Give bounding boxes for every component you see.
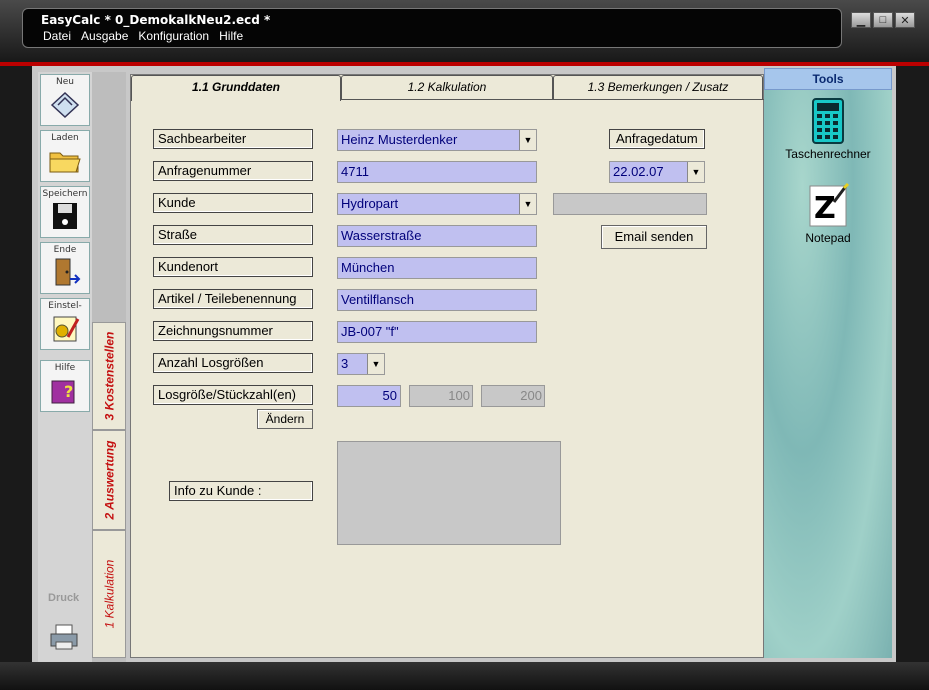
tab-kalkulation-label: 1 Kalkulation [102,559,116,629]
menu-bar: Datei Ausgabe Konfiguration Hilfe [43,29,243,43]
minimize-icon[interactable]: ▁ [851,12,871,28]
neu-label: Neu [56,77,74,87]
app-window: EasyCalc * 0_DemokalkNeu2.ecd * Datei Au… [0,0,929,690]
tab-grunddaten[interactable]: 1.1 Grunddaten [131,75,341,101]
artikel-label: Artikel / Teilebenennung [153,289,313,309]
email-senden-button[interactable]: Email senden [601,225,707,249]
calculator-icon [812,98,844,144]
hilfe-label: Hilfe [54,363,76,373]
folder-icon [49,152,81,173]
sachbearbeiter-dropdown[interactable]: Heinz Musterdenker ▼ [337,129,537,151]
window-title: EasyCalc * 0_DemokalkNeu2.ecd * [41,13,271,27]
printer-icon[interactable] [48,622,80,652]
anzahl-label: Anzahl Losgrößen [153,353,313,373]
menu-datei[interactable]: Datei [43,29,71,43]
notepad-tool[interactable]: Z Notepad [764,182,892,245]
notepad-label: Notepad [805,231,851,245]
losgroesse-3-field: 200 [481,385,545,407]
neu-button[interactable]: Neu [40,74,90,126]
tab-auswertung[interactable]: 2 Auswertung [92,430,126,530]
strasse-field[interactable]: Wasserstraße [337,225,537,247]
tab-kostenstellen-label: 3 Kostenstellen [102,331,117,421]
new-file-icon [50,91,80,119]
chevron-down-icon[interactable]: ▼ [687,162,704,182]
content-panel: 1.1 Grunddaten 1.2 Kalkulation 1.3 Bemer… [130,74,765,658]
help-book-icon: ? [51,380,75,404]
chevron-down-icon[interactable]: ▼ [519,130,536,150]
taschenrechner-label: Taschenrechner [785,147,871,161]
maximize-icon[interactable]: □ [873,12,893,28]
taschenrechner-tool[interactable]: Taschenrechner [764,98,892,161]
anfragedatum-value: 22.02.07 [613,164,664,179]
tab-auswertung-label: 2 Auswertung [102,440,116,520]
zeichnung-label: Zeichnungsnummer [153,321,313,341]
svg-text:Z: Z [814,191,836,226]
tab-kostenstellen[interactable]: 3 Kostenstellen [92,322,126,430]
losgroesse-2-field: 100 [409,385,473,407]
notepad-icon: Z [809,182,850,227]
anzahl-dropdown[interactable]: 3 ▼ [337,353,385,375]
main-frame: Neu Laden Speichern Ende Einstel- Hilfe … [32,66,896,662]
sachbearbeiter-value: Heinz Musterdenker [341,132,458,147]
zeichnung-field[interactable]: JB-007 "f" [337,321,537,343]
exit-door-icon [55,258,81,286]
artikel-field[interactable]: Ventilflansch [337,289,537,311]
vertical-tab-bar: 3 Kostenstellen 2 Auswertung 1 Kalkulati… [92,72,126,662]
svg-text:?: ? [64,382,73,401]
kunde-value: Hydropart [341,196,399,211]
anzahl-value: 3 [341,356,349,371]
tab-divider [341,99,765,100]
ende-button[interactable]: Ende [40,242,90,294]
menu-konfiguration[interactable]: Konfiguration [138,29,209,43]
strasse-label: Straße [153,225,313,245]
einstellungen-label: Einstel- [48,301,82,311]
kunde-dropdown[interactable]: Hydropart ▼ [337,193,537,215]
settings-icon [53,316,80,342]
floppy-disk-icon [53,203,77,229]
kundenort-field[interactable]: München [337,257,537,279]
speichern-label: Speichern [42,189,88,199]
tab-kalkulation[interactable]: 1 Kalkulation [92,530,126,658]
kundenort-label: Kundenort [153,257,313,277]
chevron-down-icon[interactable]: ▼ [519,194,536,214]
info-kunde-label: Info zu Kunde : [169,481,313,501]
chevron-down-icon[interactable]: ▼ [367,354,384,374]
left-toolbar: Neu Laden Speichern Ende Einstel- Hilfe … [38,72,92,662]
speichern-button[interactable]: Speichern [40,186,90,238]
email-display-field [553,193,707,215]
anfragedatum-label: Anfragedatum [609,129,705,149]
ende-label: Ende [53,245,77,255]
einstellungen-button[interactable]: Einstel- [40,298,90,350]
hilfe-button[interactable]: Hilfe ? [40,360,90,412]
aendern-button[interactable]: Ändern [257,409,313,429]
close-icon[interactable]: ✕ [895,12,915,28]
laden-button[interactable]: Laden [40,130,90,182]
laden-label: Laden [51,133,79,143]
druck-label: Druck [48,592,80,604]
menu-ausgabe[interactable]: Ausgabe [81,29,128,43]
sachbearbeiter-label: Sachbearbeiter [153,129,313,149]
losgroesse-label: Losgröße/Stückzahl(en) [153,385,313,405]
anfragenummer-label: Anfragenummer [153,161,313,181]
title-bar: EasyCalc * 0_DemokalkNeu2.ecd * Datei Au… [22,8,842,48]
info-kunde-textarea[interactable] [337,441,561,545]
anfragedatum-dropdown[interactable]: 22.02.07 ▼ [609,161,705,183]
window-controls: ▁ □ ✕ [851,12,915,28]
kunde-label: Kunde [153,193,313,213]
menu-hilfe[interactable]: Hilfe [219,29,243,43]
losgroesse-1-field[interactable]: 50 [337,385,401,407]
status-bar [0,662,929,690]
tab-kalkulation-sub[interactable]: 1.2 Kalkulation [341,75,553,99]
tools-panel: Tools Taschenrechner Z Notepad [764,68,892,658]
tab-bemerkungen[interactable]: 1.3 Bemerkungen / Zusatz [553,75,763,99]
anfragenummer-field[interactable]: 4711 [337,161,537,183]
tools-title: Tools [764,68,892,90]
